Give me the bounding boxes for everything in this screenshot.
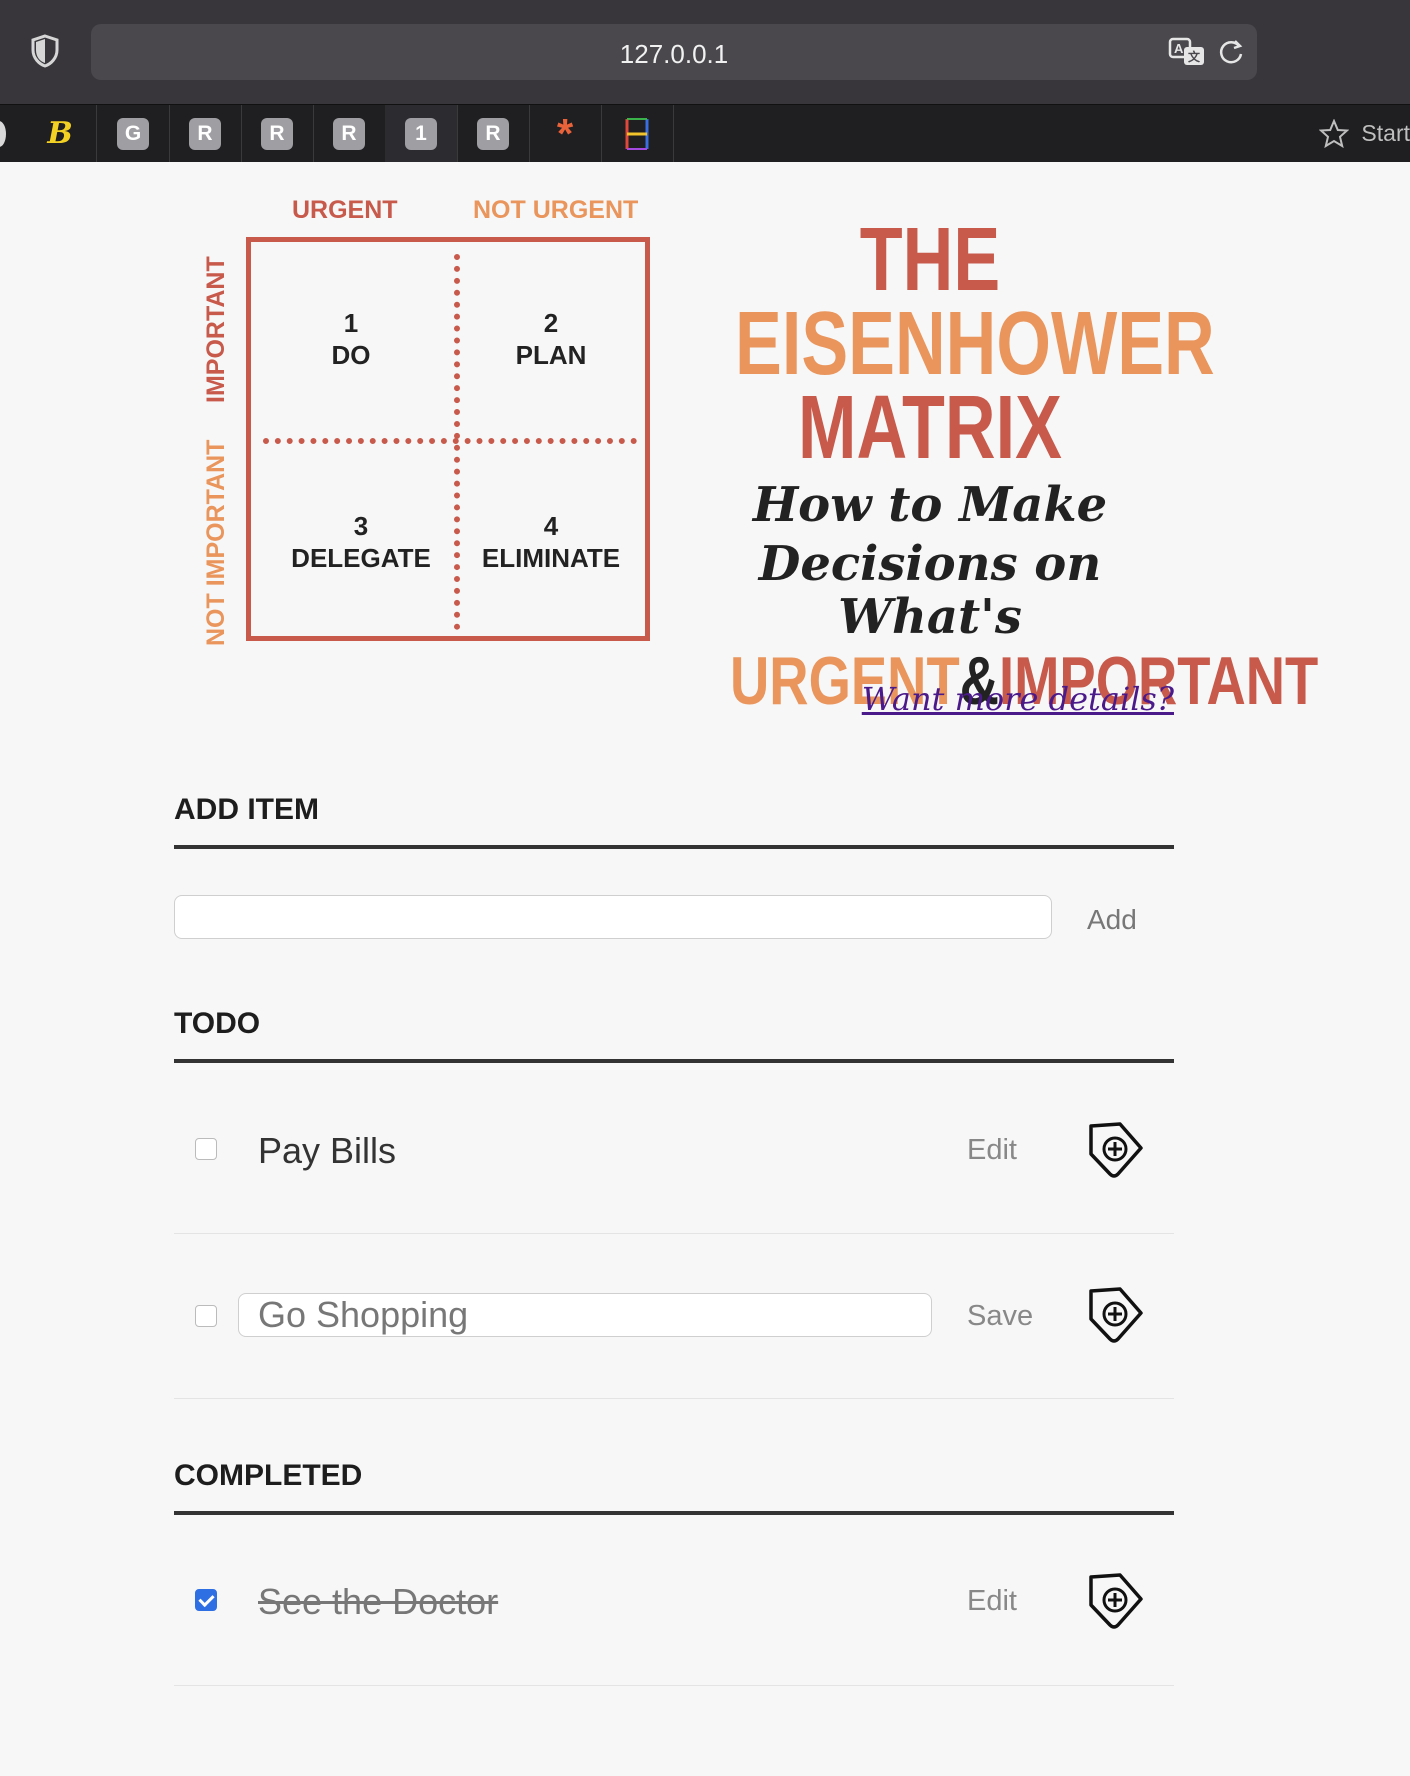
todo-checkbox[interactable] xyxy=(195,1305,217,1327)
add-tag-icon[interactable] xyxy=(1086,1120,1146,1180)
quadrant-number: 1 xyxy=(343,308,359,338)
quadrant-plan: 2 PLAN xyxy=(481,307,621,371)
todo-edit-input[interactable]: Go Shopping xyxy=(238,1293,932,1337)
matrix-grid: 1 DO 2 PLAN 3 DELEGATE 4 ELIMINATE xyxy=(246,237,650,641)
bookmark-1-icon: 1 xyxy=(405,117,437,150)
shield-icon[interactable] xyxy=(30,34,60,68)
bookmark-asterisk[interactable]: * xyxy=(529,105,602,162)
edit-button[interactable]: Edit xyxy=(967,1585,1017,1618)
title-eisenhower: EISENHOWER xyxy=(735,294,1215,394)
quadrant-number: 3 xyxy=(353,511,369,541)
col-label-not-urgent: NOT URGENT xyxy=(473,196,639,224)
svg-text:A: A xyxy=(1174,41,1184,56)
quadrant-label: ELIMINATE xyxy=(481,543,621,573)
bookmark-r-icon: R xyxy=(261,117,293,150)
bookmarks-bar: B G R R R 1 R * Start xyxy=(0,104,1410,162)
bookmark-h[interactable] xyxy=(601,105,674,162)
bookmark-r-icon: R xyxy=(189,117,221,150)
quadrant-label: DO xyxy=(331,340,371,370)
completed-row: See the Doctor Edit xyxy=(174,1520,1174,1686)
quadrant-number: 2 xyxy=(543,308,559,338)
todo-item-text: Pay Bills xyxy=(258,1130,397,1171)
row-label-important: IMPORTANT xyxy=(202,256,230,403)
add-tag-icon[interactable] xyxy=(1086,1285,1146,1345)
bookmark-1[interactable]: 1 xyxy=(385,105,458,162)
quadrant-number: 4 xyxy=(543,511,559,541)
bookmark-r4[interactable]: R xyxy=(457,105,530,162)
add-tag-icon[interactable] xyxy=(1086,1571,1146,1631)
reload-icon[interactable] xyxy=(1217,38,1245,66)
start-label: Start xyxy=(1361,120,1410,146)
bookmark-g-icon: G xyxy=(117,117,149,150)
bookmark-r-icon: R xyxy=(477,117,509,150)
quadrant-do: 1 DO xyxy=(311,307,391,371)
quadrant-label: DELEGATE xyxy=(291,543,431,573)
matrix-title-graphic: THE EISENHOWER MATRIX How to Make Decisi… xyxy=(680,210,1318,715)
browser-toolbar: 127.0.0.1 A 文 xyxy=(0,0,1410,104)
todo-checkbox[interactable] xyxy=(195,1138,217,1160)
horizontal-divider xyxy=(263,438,637,444)
start-bookmark[interactable]: Start xyxy=(1319,105,1410,162)
bookmark-g[interactable]: G xyxy=(97,105,170,162)
subtitle-decisions: Decisions on What's xyxy=(758,535,1102,645)
bookmark-r-icon: R xyxy=(333,117,365,150)
completed-heading: COMPLETED xyxy=(174,1459,1174,1515)
colorful-h-icon xyxy=(625,117,649,150)
title-the: THE xyxy=(859,210,1001,310)
eisenhower-matrix-graphic: URGENT NOT URGENT IMPORTANT NOT IMPORTAN… xyxy=(195,190,675,660)
quadrant-label: PLAN xyxy=(515,340,587,370)
save-button[interactable]: Save xyxy=(967,1300,1033,1333)
asterisk-icon: * xyxy=(556,109,574,157)
todo-row: Pay Bills Edit xyxy=(174,1068,1174,1234)
address-bar[interactable]: 127.0.0.1 A 文 xyxy=(91,24,1257,80)
edit-button[interactable]: Edit xyxy=(967,1134,1017,1167)
todo-row-editing: Go Shopping Save xyxy=(174,1233,1174,1399)
completed-item-text: See the Doctor xyxy=(258,1581,499,1622)
url-text: 127.0.0.1 xyxy=(619,39,729,69)
quadrant-delegate: 3 DELEGATE xyxy=(281,510,441,574)
bookmark-r1[interactable]: R xyxy=(169,105,242,162)
add-button[interactable]: Add xyxy=(1087,904,1137,936)
subtitle-how-to-make: How to Make xyxy=(752,477,1108,533)
title-matrix: MATRIX xyxy=(798,378,1062,478)
more-details-link[interactable]: Want more details? xyxy=(862,680,1174,718)
completed-checkbox[interactable] xyxy=(195,1589,217,1611)
bookmark-partial[interactable] xyxy=(0,121,6,147)
bookmark-b-icon: B xyxy=(47,116,73,151)
star-icon xyxy=(1319,118,1350,148)
bookmark-r3[interactable]: R xyxy=(313,105,386,162)
col-label-urgent: URGENT xyxy=(292,196,398,224)
quadrant-eliminate: 4 ELIMINATE xyxy=(471,510,631,574)
bookmark-b[interactable]: B xyxy=(24,105,97,162)
add-item-heading: ADD ITEM xyxy=(174,793,1174,849)
bookmark-r2[interactable]: R xyxy=(241,105,314,162)
row-label-not-important: NOT IMPORTANT xyxy=(202,439,230,646)
todo-heading: TODO xyxy=(174,1007,1174,1063)
svg-text:文: 文 xyxy=(1188,49,1201,64)
translate-icon[interactable]: A 文 xyxy=(1168,36,1208,68)
add-item-input[interactable] xyxy=(174,895,1052,939)
